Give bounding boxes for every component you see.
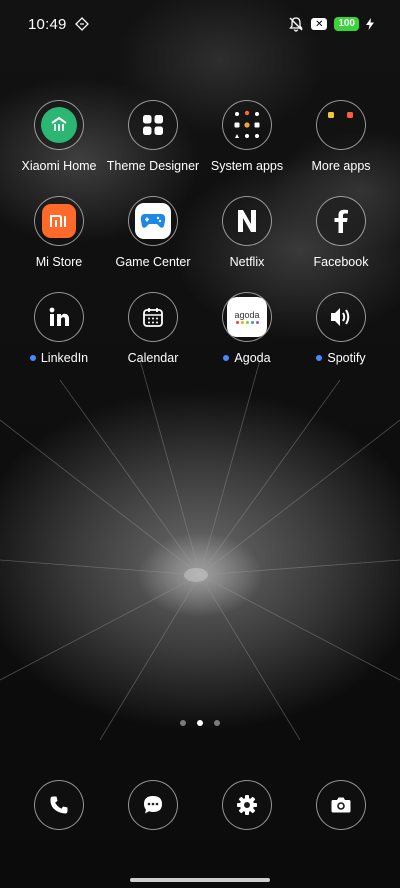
app-icon-frame [316,292,366,342]
status-icons: ✕ 100 [288,16,374,32]
app-agoda[interactable]: agoda Agoda [200,292,294,365]
status-bar: 10:49 ✕ 100 [0,0,400,48]
gamepad-icon [135,203,171,239]
app-icon-frame [128,292,178,342]
app-label: LinkedIn [40,351,89,365]
app-label: More apps [311,159,371,173]
linkedin-icon [49,307,69,326]
folder-icon [234,110,260,138]
calendar-icon [143,308,163,327]
new-app-dot [29,355,36,361]
app-facebook[interactable]: Facebook [294,196,388,269]
app-icon-frame [222,780,272,830]
app-label: Calendar [127,351,179,365]
agoda-dots [235,321,259,324]
sync-diamond-icon [74,17,89,31]
camera-icon [331,797,351,813]
app-linkedin[interactable]: LinkedIn [12,292,106,365]
settings-icon [237,795,257,815]
app-icon-frame [34,196,84,246]
app-xiaomi-home[interactable]: Xiaomi Home [12,100,106,173]
app-label: Xiaomi Home [21,159,97,173]
dock [12,780,388,830]
app-netflix[interactable]: Netflix [200,196,294,269]
app-icon-frame [222,196,272,246]
app-label: Game Center [115,255,191,269]
battery-level: 100 [334,17,359,31]
theme-designer-icon [143,115,163,135]
status-time: 10:49 [28,15,67,33]
app-label: Mi Store [35,255,83,269]
folder-more-apps[interactable]: More apps [294,100,388,173]
dock-camera[interactable] [294,780,388,830]
agoda-icon: agoda [227,297,267,337]
app-label: Netflix [229,255,265,269]
app-icon-frame [128,100,178,150]
dock-phone[interactable] [12,780,106,830]
app-mi-store[interactable]: Mi Store [12,196,106,269]
app-icon-frame [34,292,84,342]
new-app-dot [223,355,230,361]
spotify-icon [331,308,350,326]
folder-icon [328,112,353,118]
dock-settings[interactable] [200,780,294,830]
app-spotify[interactable]: Spotify [294,292,388,365]
phone-icon [50,796,68,814]
app-label: Facebook [313,255,369,269]
messages-icon [144,796,162,814]
app-calendar[interactable]: Calendar [106,292,200,365]
app-label: Spotify [327,351,366,365]
home-gesture-bar[interactable] [130,878,270,882]
page-indicator [0,720,400,726]
app-icon-frame [316,780,366,830]
app-label: Agoda [234,351,271,365]
app-label: System apps [210,159,284,173]
page-dot[interactable] [180,720,186,726]
agoda-wordmark: agoda [234,310,260,320]
lotus-leaf-veins [0,360,400,740]
app-icon-frame [34,780,84,830]
app-game-center[interactable]: Game Center [106,196,200,269]
x-box-icon: ✕ [311,18,328,30]
new-app-dot [316,355,323,361]
app-grid: Xiaomi Home Theme Designer System apps M… [12,100,388,365]
app-theme-designer[interactable]: Theme Designer [106,100,200,173]
app-label: Theme Designer [106,159,200,173]
app-icon-frame [222,100,272,150]
dock-messages[interactable] [106,780,200,830]
app-icon-frame [316,196,366,246]
mi-store-icon [42,204,76,238]
lightning-icon [366,18,374,30]
netflix-icon [238,210,256,232]
app-icon-frame [34,100,84,150]
app-icon-frame [316,100,366,150]
page-dot[interactable] [214,720,220,726]
app-icon-frame [128,780,178,830]
bell-muted-icon [289,17,304,32]
app-icon-frame [128,196,178,246]
folder-system-apps[interactable]: System apps [200,100,294,173]
facebook-icon [334,209,348,233]
app-icon-frame: agoda [222,292,272,342]
page-dot-active[interactable] [197,720,203,726]
xiaomi-home-icon [41,107,77,143]
